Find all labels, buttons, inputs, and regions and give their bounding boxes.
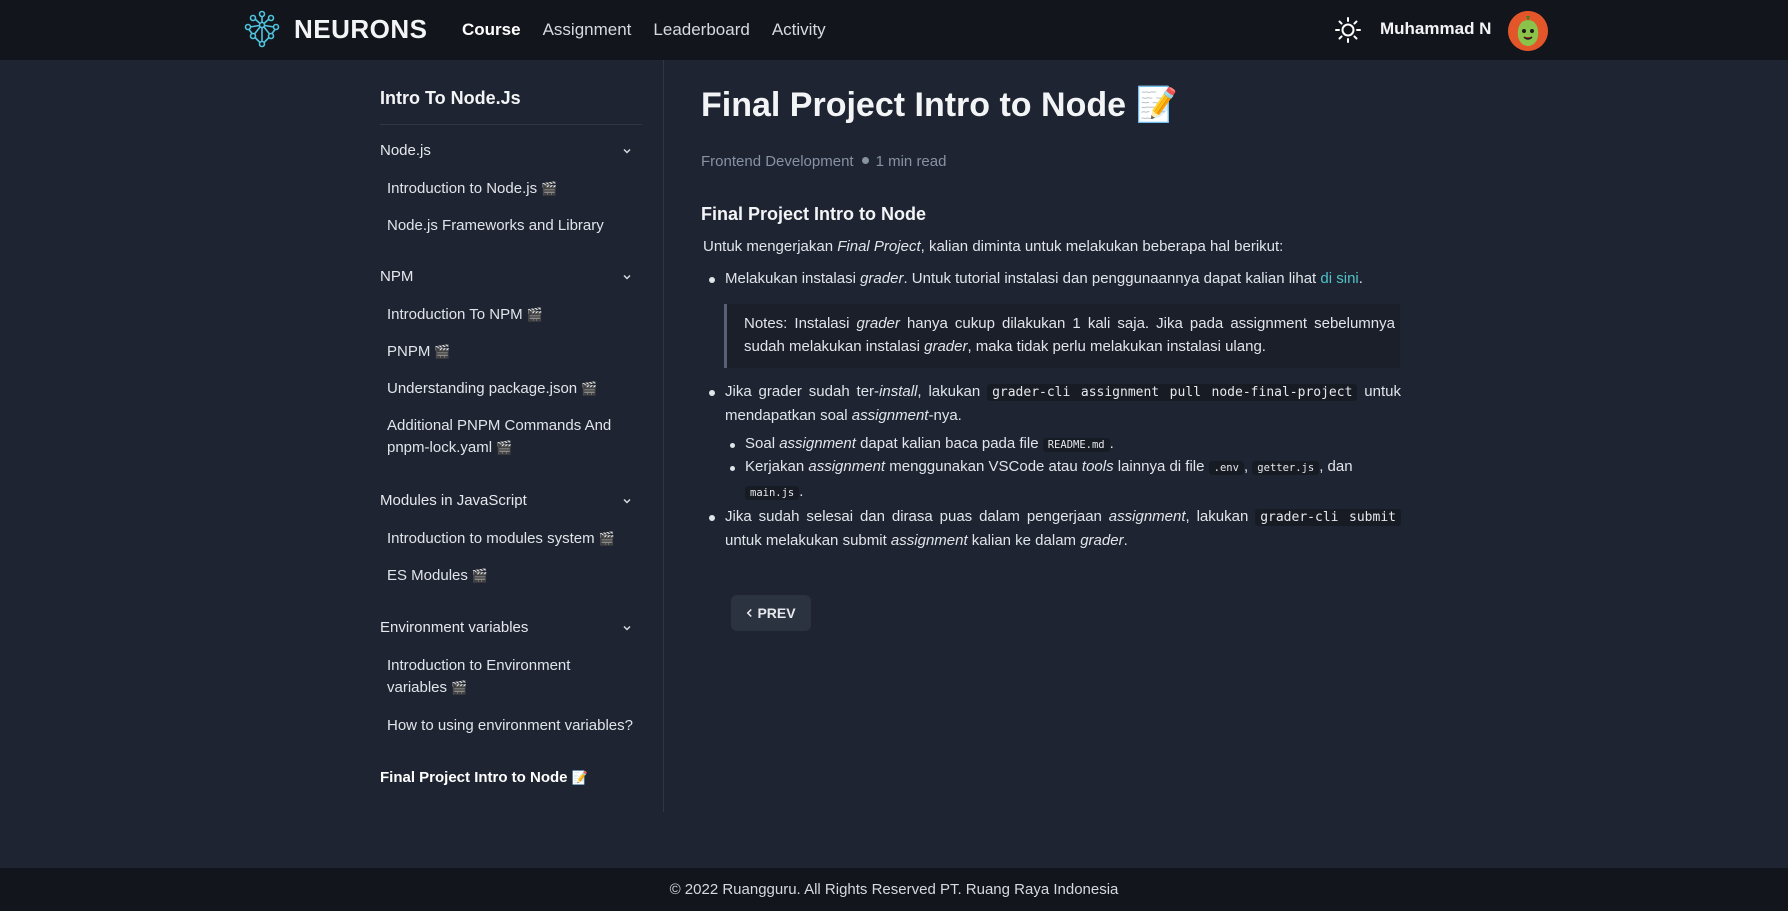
page-title: Final Project Intro to Node 📝 — [701, 86, 1178, 124]
prev-label: PREV — [757, 604, 796, 621]
clapper-icon: 🎬 — [581, 381, 598, 396]
chevron-down-icon — [623, 625, 631, 631]
sidebar-item-intro-env[interactable]: Introduction to Environment variables 🎬 — [387, 655, 637, 699]
read-time: 1 min read — [875, 153, 947, 170]
nav-course[interactable]: Course — [462, 20, 521, 40]
clapper-icon: 🎬 — [598, 531, 615, 546]
sidebar-item-pnpm-commands[interactable]: Additional PNPM Commands And pnpm-lock.ya… — [387, 415, 637, 459]
clapper-icon: 🎬 — [496, 440, 513, 455]
avatar[interactable] — [1508, 11, 1548, 51]
username[interactable]: Muhammad N — [1380, 19, 1491, 39]
section-label: Environment variables — [380, 619, 529, 636]
course-title: Intro To Node.Js — [380, 88, 521, 108]
section-nodejs[interactable]: Node.js — [380, 142, 632, 164]
section-modules-js[interactable]: Modules in JavaScript — [380, 492, 632, 514]
prev-button[interactable]: PREV — [731, 595, 811, 631]
clapper-icon: 🎬 — [471, 568, 489, 583]
clapper-icon: 🎬 — [451, 680, 468, 695]
list-item: Jika sudah selesai dan dirasa puas dalam… — [725, 505, 1401, 552]
sub-list-item: Kerjakan assignment menggunakan VSCode a… — [745, 458, 1353, 500]
nav-activity[interactable]: Activity — [772, 20, 826, 40]
chevron-down-icon — [623, 274, 631, 280]
sidebar-item-nodejs-frameworks[interactable]: Node.js Frameworks and Library — [387, 215, 637, 237]
logo[interactable]: NEURONS — [244, 10, 428, 48]
clapper-icon: 🎬 — [434, 344, 451, 359]
sub-bullet — [730, 466, 735, 471]
sidebar-item-final-project[interactable]: Final Project Intro to Node 📝 — [380, 767, 630, 789]
chevron-left-icon — [747, 608, 753, 618]
section-heading: Final Project Intro to Node — [701, 204, 927, 224]
sidebar-item-es-modules[interactable]: ES Modules 🎬 — [387, 565, 637, 587]
sidebar-divider — [663, 60, 664, 812]
list-item: Jika grader sudah ter-install, lakukan g… — [725, 383, 1401, 424]
section-label: Node.js — [380, 142, 431, 159]
bullet — [709, 515, 715, 521]
clapper-icon: 🎬 — [526, 307, 543, 322]
sub-list-item: Soal assignment dapat kalian baca pada f… — [745, 435, 1114, 452]
divider — [380, 124, 642, 125]
section-npm[interactable]: NPM — [380, 268, 632, 290]
clapper-icon: 🎬 — [541, 181, 558, 196]
sun-icon[interactable] — [1334, 16, 1362, 44]
nav-leaderboard[interactable]: Leaderboard — [653, 20, 749, 40]
avatar-icon — [1508, 11, 1548, 51]
sidebar-item-using-env[interactable]: How to using environment variables? — [387, 715, 637, 737]
list-item: Melakukan instalasi grader. Untuk tutori… — [725, 270, 1363, 287]
sub-bullet — [730, 443, 735, 448]
bullet — [709, 277, 715, 283]
inline-code[interactable]: .env — [1208, 461, 1244, 475]
category: Frontend Development — [701, 153, 854, 170]
inline-code[interactable]: README.md — [1042, 438, 1110, 452]
note-blockquote: Notes: Instalasi grader hanya cukup dila… — [724, 304, 1400, 368]
separator-dot — [861, 157, 869, 164]
inline-code[interactable]: main.js — [745, 486, 800, 500]
chevron-down-icon — [623, 148, 631, 154]
chevron-down-icon — [623, 498, 631, 504]
section-label: NPM — [380, 268, 414, 285]
inline-code[interactable]: getter.js — [1252, 461, 1320, 475]
inline-code[interactable]: grader-cli assignment pull node-final-pr… — [987, 384, 1358, 401]
section-label: Modules in JavaScript — [380, 492, 527, 509]
sidebar-item-pnpm[interactable]: PNPM 🎬 — [387, 341, 637, 363]
section-env-variables[interactable]: Environment variables — [380, 619, 632, 641]
brand-name: NEURONS — [294, 13, 428, 44]
sidebar-item-package-json[interactable]: Understanding package.json 🎬 — [387, 378, 637, 400]
nav-assignment[interactable]: Assignment — [543, 20, 632, 40]
lesson-meta: Frontend Development 1 min read — [701, 150, 946, 173]
bullet — [709, 390, 715, 396]
copyright-text: © 2022 Ruangguru. All Rights Reserved PT… — [669, 881, 1119, 898]
sidebar-item-introduction-npm[interactable]: Introduction To NPM 🎬 — [387, 304, 637, 326]
sidebar-item-modules-system[interactable]: Introduction to modules system 🎬 — [387, 528, 637, 550]
intro-paragraph: Untuk mengerjakan Final Project, kalian … — [703, 238, 1284, 255]
main-nav: Course Assignment Leaderboard Activity — [462, 0, 826, 60]
sidebar-item-introduction-nodejs[interactable]: Introduction to Node.js 🎬 — [387, 178, 637, 200]
tutorial-link[interactable]: di sini — [1320, 270, 1358, 287]
memo-icon: 📝 — [571, 770, 588, 785]
top-navbar: NEURONS Course Assignment Leaderboard Ac… — [0, 0, 1788, 60]
footer: © 2022 Ruangguru. All Rights Reserved PT… — [0, 868, 1788, 911]
neurons-logo-icon — [244, 10, 280, 48]
inline-code[interactable]: grader-cli submit — [1255, 509, 1401, 526]
